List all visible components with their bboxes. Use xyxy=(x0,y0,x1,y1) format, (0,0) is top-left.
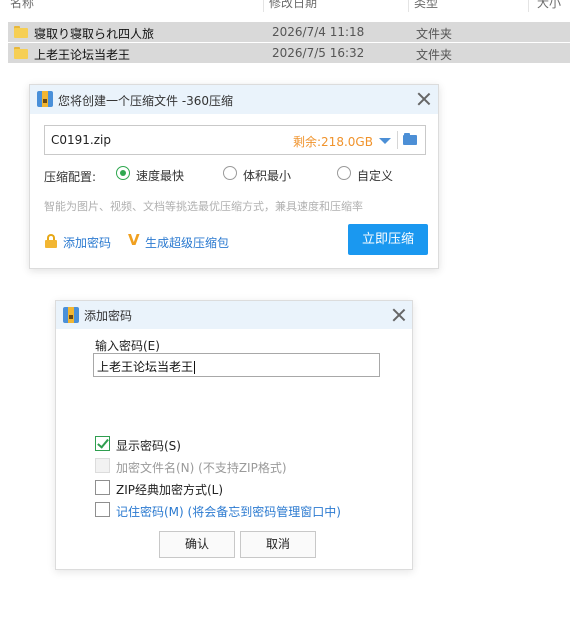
column-header-type[interactable]: 类型 xyxy=(414,0,438,11)
zip-classic-encryption-label[interactable]: ZIP经典加密方式(L) xyxy=(116,481,223,498)
compression-config-label: 压缩配置: xyxy=(44,170,97,184)
file-name: 上老王论坛当老王 xyxy=(34,48,131,62)
360zip-app-icon xyxy=(37,91,53,107)
archive-filename[interactable]: C0191.zip xyxy=(51,133,111,147)
file-date: 2026/7/4 11:18 xyxy=(272,25,365,39)
show-password-checkbox[interactable] xyxy=(95,436,110,451)
file-type: 文件夹 xyxy=(416,48,453,62)
password-input-label: 输入密码(E) xyxy=(95,339,160,353)
super-pack-v-icon[interactable]: V xyxy=(128,231,140,249)
browse-folder-icon[interactable] xyxy=(403,133,419,147)
file-name: 寝取り寝取られ四人旅 xyxy=(34,27,155,41)
password-value: 上老王论坛当老王 xyxy=(97,360,194,374)
file-type: 文件夹 xyxy=(416,27,453,41)
file-explorer-list: 名称 修改日期 类型 大小 寝取り寝取られ四人旅 2026/7/4 11:18 … xyxy=(0,0,570,70)
close-icon[interactable] xyxy=(392,308,406,322)
show-password-label[interactable]: 显示密码(S) xyxy=(116,437,181,454)
folder-icon xyxy=(14,47,28,59)
lock-icon[interactable] xyxy=(44,234,58,248)
file-date: 2026/7/5 16:32 xyxy=(272,46,365,60)
radio-custom[interactable] xyxy=(337,166,351,180)
archive-path-field[interactable]: C0191.zip 剩余:218.0GB xyxy=(44,125,426,155)
super-pack-link[interactable]: 生成超级压缩包 xyxy=(145,234,229,251)
encrypt-filenames-label: 加密文件名(N) (不支持ZIP格式) xyxy=(116,461,287,475)
radio-fastest[interactable] xyxy=(116,166,130,180)
radio-smallest-label[interactable]: 体积最小 xyxy=(243,167,291,184)
column-header-date[interactable]: 修改日期 xyxy=(269,0,317,11)
remember-password-label[interactable]: 记住密码(M) (将会备忘到密码管理窗口中) xyxy=(116,503,341,520)
chevron-down-icon[interactable] xyxy=(379,138,391,144)
compress-dialog: 您将创建一个压缩文件 -360压缩 C0191.zip 剩余:218.0GB 压… xyxy=(29,84,439,269)
radio-smallest[interactable] xyxy=(223,166,237,180)
compress-dialog-title: 您将创建一个压缩文件 -360压缩 xyxy=(58,94,234,108)
file-row[interactable]: 上老王论坛当老王 2026/7/5 16:32 文件夹 xyxy=(8,43,570,63)
password-dialog-title: 添加密码 xyxy=(84,309,133,323)
password-dialog-titlebar[interactable]: 添加密码 xyxy=(56,301,412,329)
remember-password-checkbox[interactable] xyxy=(95,502,110,517)
column-headers: 名称 修改日期 类型 大小 xyxy=(0,0,570,12)
compress-now-button[interactable]: 立即压缩 xyxy=(348,224,428,255)
360zip-app-icon xyxy=(63,307,79,323)
radio-fastest-label[interactable]: 速度最快 xyxy=(136,167,184,184)
text-caret xyxy=(194,361,196,374)
radio-custom-label[interactable]: 自定义 xyxy=(357,167,393,184)
zip-classic-encryption-checkbox[interactable] xyxy=(95,480,110,495)
file-row[interactable]: 寝取り寝取られ四人旅 2026/7/4 11:18 文件夹 xyxy=(8,22,570,42)
add-password-dialog: 添加密码 输入密码(E) 上老王论坛当老王 显示密码(S) 加密文件名(N) (… xyxy=(55,300,413,570)
encrypt-filenames-checkbox xyxy=(95,458,110,473)
free-space-label: 剩余:218.0GB xyxy=(293,135,373,149)
column-header-name[interactable]: 名称 xyxy=(10,0,34,11)
divider xyxy=(397,131,398,149)
column-divider[interactable] xyxy=(408,0,409,12)
column-divider[interactable] xyxy=(528,0,529,12)
compression-hint: 智能为图片、视频、文档等挑选最优压缩方式，兼具速度和压缩率 xyxy=(44,200,363,213)
column-header-size[interactable]: 大小 xyxy=(537,0,561,11)
folder-icon xyxy=(14,26,28,38)
add-password-link[interactable]: 添加密码 xyxy=(63,234,111,251)
close-icon[interactable] xyxy=(417,92,431,106)
ok-button[interactable]: 确认 xyxy=(159,531,235,558)
cancel-button[interactable]: 取消 xyxy=(240,531,316,558)
compress-dialog-titlebar[interactable]: 您将创建一个压缩文件 -360压缩 xyxy=(30,85,438,114)
password-input[interactable]: 上老王论坛当老王 xyxy=(93,353,380,377)
column-divider[interactable] xyxy=(263,0,264,12)
